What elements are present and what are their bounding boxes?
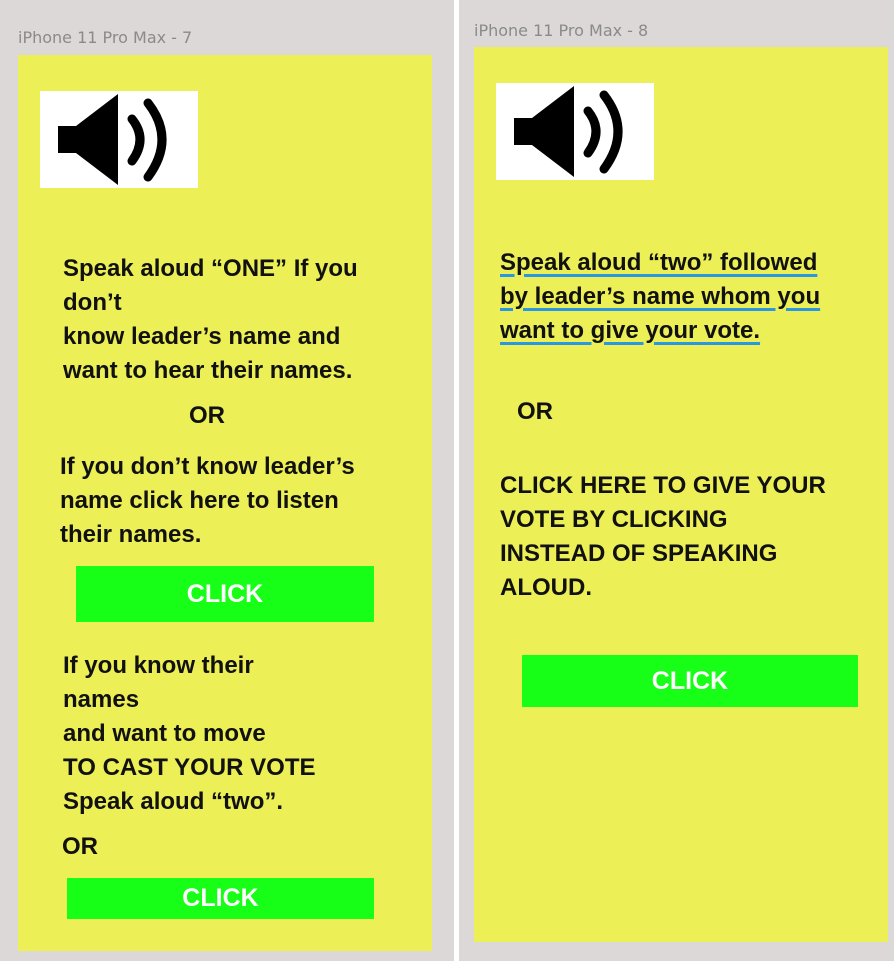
or-label: OR [189, 402, 225, 429]
speaker-volume-icon [58, 94, 167, 185]
click-here-vote-text: CLICK HERE TO GIVE YOUR VOTE BY CLICKING… [500, 472, 826, 601]
artboard-iphone-8: Speak aloud “two” followed by leader’s n… [474, 47, 888, 942]
cast-vote-text: If you know their names and want to move… [63, 652, 316, 815]
artboard-iphone-7: Speak aloud “ONE” If you don’t know lead… [18, 55, 432, 951]
frame-label[interactable]: iPhone 11 Pro Max - 7 [18, 28, 192, 47]
speaker-volume-icon[interactable] [496, 83, 654, 180]
listen-names-text: If you don’t know leader’s name click he… [60, 453, 355, 548]
click-listen-button[interactable]: CLICK [76, 566, 374, 622]
speaker-volume-icon [514, 86, 623, 177]
or-label: OR [62, 833, 98, 860]
or-label: OR [517, 398, 553, 425]
click-cast-vote-button[interactable]: CLICK [67, 878, 374, 919]
frame-label[interactable]: iPhone 11 Pro Max - 8 [474, 21, 648, 40]
speaker-volume-icon[interactable] [40, 91, 198, 188]
canvas-panel-right: iPhone 11 Pro Max - 8 Speak aloud “two” … [459, 0, 894, 961]
click-vote-button[interactable]: CLICK [522, 655, 858, 707]
canvas-panel-left: iPhone 11 Pro Max - 7 Speak aloud “ONE” … [0, 0, 454, 961]
instruction-text-one: Speak aloud “ONE” If you don’t know lead… [63, 255, 358, 384]
instruction-text-two: Speak aloud “two” followed by leader’s n… [500, 249, 821, 344]
